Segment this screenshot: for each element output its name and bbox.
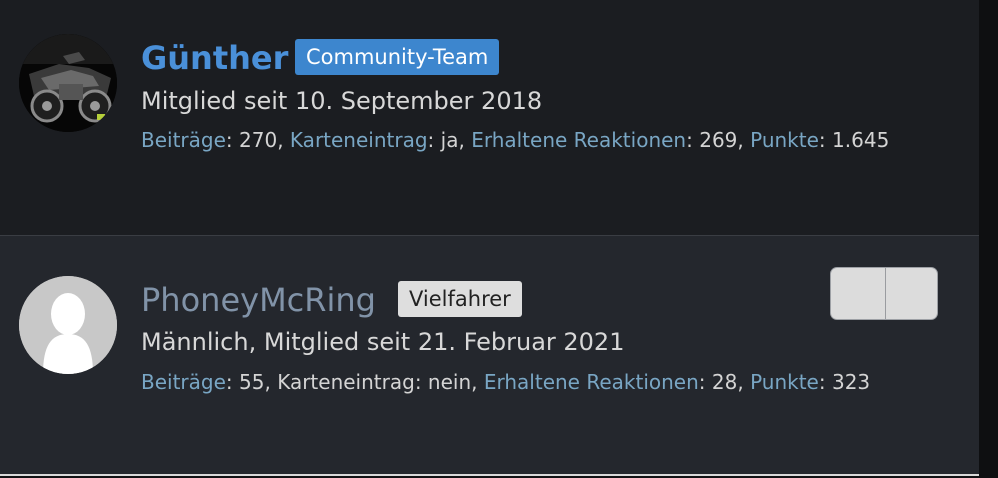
member-name[interactable]: Günther [141,38,288,78]
action-toggle-button[interactable] [830,267,938,320]
points-value: 323 [831,370,871,394]
member-since: Mitglied seit 10. September 2018 [141,87,543,115]
member-stats: Beiträge: 55, Karteneintrag: nein, Erhal… [141,370,871,394]
member-list: Günther Community-Team Mitglied seit 10.… [0,0,979,478]
member-info: Männlich, Mitglied seit 21. Februar 2021 [141,326,624,358]
reactions-link[interactable]: Erhaltene Reaktionen [471,128,686,152]
member-since: Mitglied seit 21. Februar 2021 [263,328,625,356]
avatar[interactable] [19,34,117,132]
toggle-divider [885,268,886,319]
points-value: 1.645 [832,128,890,152]
posts-value: 55 [239,370,265,394]
divider [0,474,979,476]
posts-link[interactable]: Beiträge [141,128,226,152]
posts-link[interactable]: Beiträge [141,370,226,394]
points-link[interactable]: Punkte [750,370,819,394]
member-row: Günther Community-Team Mitglied seit 10.… [0,0,979,235]
user-title-badge: Vielfahrer [398,281,522,317]
member-gender: Männlich, [141,328,257,356]
scrollbar-track[interactable] [979,0,998,478]
map-entry-value: ja [440,128,459,152]
reactions-value: 269 [699,128,738,152]
reactions-value: 28 [711,370,738,394]
points-link[interactable]: Punkte [750,128,819,152]
motorcycle-photo-icon [19,34,117,132]
member-row: PhoneyMcRing Vielfahrer Männlich, Mitgli… [0,235,979,476]
posts-value: 270 [239,128,278,152]
member-stats: Beiträge: 270, Karteneintrag: ja, Erhalt… [141,128,890,152]
map-entry-label: Karteneintrag [277,370,415,394]
default-user-icon [19,276,117,374]
reactions-link[interactable]: Erhaltene Reaktionen [484,370,699,394]
map-entry-link[interactable]: Karteneintrag [290,128,428,152]
avatar[interactable] [19,276,117,374]
map-entry-value: nein [427,370,472,394]
user-title-badge: Community-Team [295,39,500,75]
member-name[interactable]: PhoneyMcRing [141,280,376,320]
